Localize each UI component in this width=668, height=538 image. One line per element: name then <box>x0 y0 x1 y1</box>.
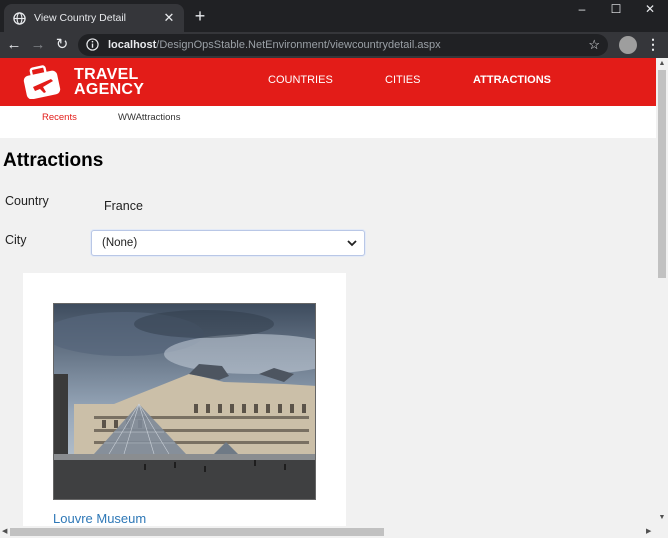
suitcase-plane-logo[interactable] <box>22 65 62 100</box>
back-button[interactable]: ← <box>4 35 24 55</box>
window-close-button[interactable]: ✕ <box>632 0 668 18</box>
browser-tab[interactable]: View Country Detail ✕ <box>4 4 184 32</box>
globe-icon <box>12 11 26 25</box>
nav-countries[interactable]: COUNTRIES <box>268 74 333 86</box>
attraction-card[interactable]: Louvre Museum <box>23 273 346 526</box>
browser-toolbar: ← → ↻ localhost/DesignOpsStable.NetEnvir… <box>0 32 668 58</box>
country-value: France <box>104 199 143 213</box>
minimize-button[interactable]: – <box>564 0 600 18</box>
city-label: City <box>5 233 27 247</box>
page-title: Attractions <box>3 150 104 171</box>
reload-button[interactable]: ↻ <box>52 35 72 55</box>
subnav-wwattractions[interactable]: WWAttractions <box>118 112 180 123</box>
address-bar[interactable]: localhost/DesignOpsStable.NetEnvironment… <box>78 34 608 56</box>
brand-name[interactable]: TRAVEL AGENCY <box>74 66 145 98</box>
subnav-recents[interactable]: Recents <box>42 112 77 123</box>
info-icon[interactable] <box>86 38 100 52</box>
brand-line-1: TRAVEL <box>74 66 139 83</box>
horizontal-scroll-thumb[interactable] <box>10 528 384 536</box>
forward-button[interactable]: → <box>28 35 48 55</box>
vertical-scrollbar[interactable]: ▲ ▼ <box>656 58 668 526</box>
brand-line-2: AGENCY <box>74 81 145 98</box>
new-tab-button[interactable]: + <box>190 6 210 26</box>
attraction-name-link[interactable]: Louvre Museum <box>53 511 146 526</box>
vertical-scroll-thumb[interactable] <box>658 70 666 278</box>
menu-icon[interactable]: ⋮ <box>646 36 660 53</box>
nav-attractions[interactable]: ATTRACTIONS <box>473 74 551 86</box>
url-host: localhost <box>108 39 157 51</box>
site-header: TRAVEL AGENCY COUNTRIES CITIES ATTRACTIO… <box>0 58 656 106</box>
tab-title: View Country Detail <box>34 12 127 24</box>
sub-navigation: Recents WWAttractions <box>0 106 656 138</box>
url-path: /DesignOpsStable.NetEnvironment/viewcoun… <box>156 39 441 51</box>
country-label: Country <box>5 194 49 208</box>
city-select-value: (None) <box>102 237 138 249</box>
louvre-photo[interactable] <box>53 303 316 500</box>
scroll-down-arrow-icon[interactable]: ▼ <box>656 514 668 521</box>
browser-tab-strip: View Country Detail ✕ + – ☐ ✕ <box>0 0 668 32</box>
scroll-up-arrow-icon[interactable]: ▲ <box>656 60 668 67</box>
bookmark-star-icon[interactable]: ☆ <box>588 37 600 53</box>
city-select[interactable]: (None) <box>91 230 365 256</box>
scroll-left-arrow-icon[interactable]: ◀ <box>2 527 7 535</box>
maximize-button[interactable]: ☐ <box>598 0 634 18</box>
chevron-down-icon <box>346 237 358 249</box>
scroll-right-arrow-icon[interactable]: ▶ <box>646 527 651 535</box>
page-viewport: TRAVEL AGENCY COUNTRIES CITIES ATTRACTIO… <box>0 58 656 526</box>
horizontal-scrollbar[interactable]: ◀ ▶ <box>0 526 668 538</box>
profile-avatar[interactable] <box>619 36 637 54</box>
tab-close-icon[interactable]: ✕ <box>162 10 176 26</box>
nav-cities[interactable]: CITIES <box>385 74 420 86</box>
